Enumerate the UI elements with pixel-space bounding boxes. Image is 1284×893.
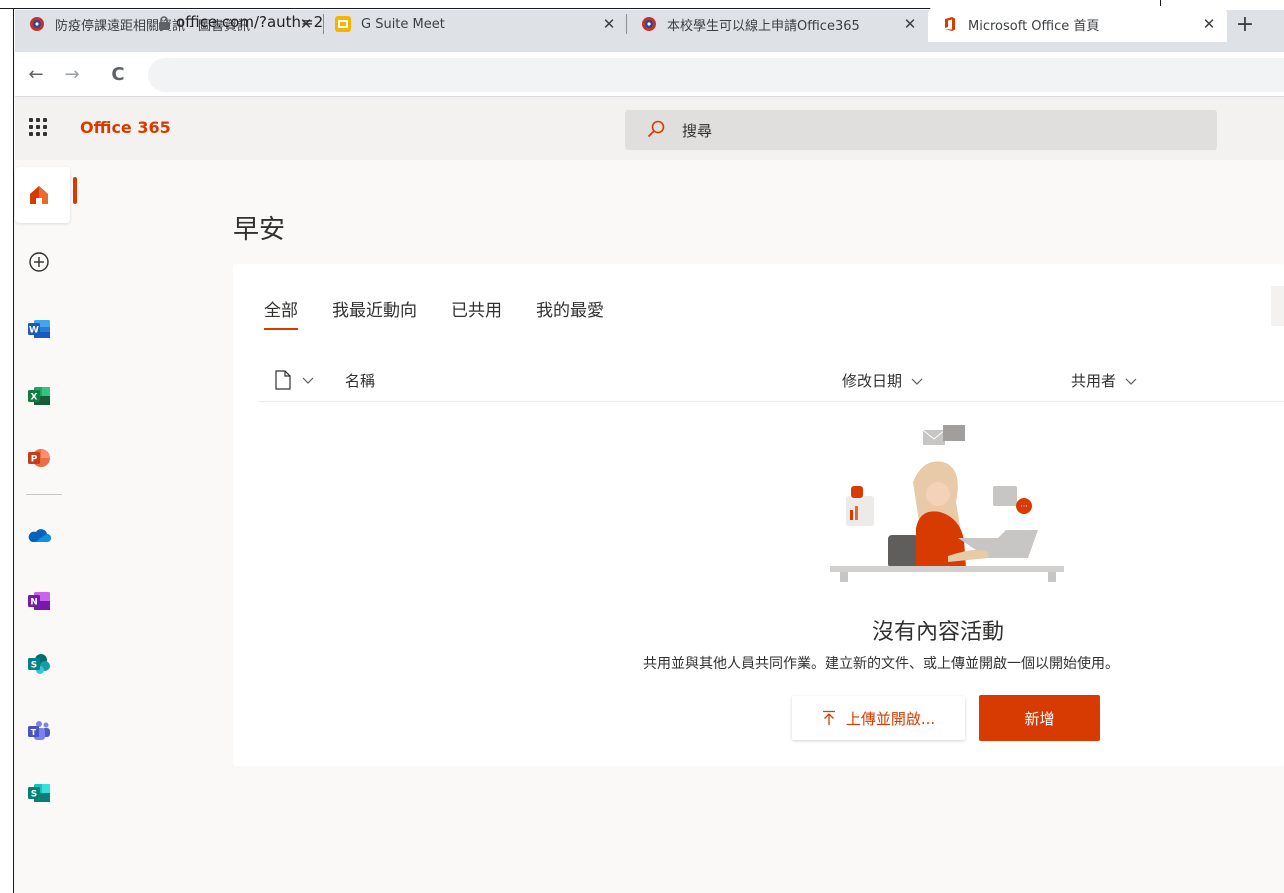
close-tab-icon[interactable]: ✕: [1199, 14, 1219, 34]
close-tab-icon[interactable]: ✕: [599, 14, 619, 34]
search-placeholder: 搜尋: [682, 122, 713, 140]
empty-state-title: 沒有內容活動: [872, 620, 1005, 645]
shared-by-column-label: 共用者: [1071, 372, 1117, 390]
svg-text:T: T: [31, 728, 37, 737]
chevron-down-icon: [911, 378, 923, 385]
search-input[interactable]: [625, 110, 1217, 150]
browser-tab-office-home[interactable]: Microsoft Office 首頁 ✕: [928, 6, 1227, 42]
powerpoint-letter: P: [31, 455, 38, 465]
word-letter: W: [29, 326, 39, 336]
empty-state-subtitle: 共用並與其他人員共同作業。建立新的文件、或上傳並開啟一個以開始使用。: [643, 656, 1119, 672]
tab-title: 本校學生可以線上申請Office365: [667, 18, 860, 34]
chevron-down-icon: [1125, 378, 1137, 385]
tab-title: Microsoft Office 首頁: [968, 18, 1100, 34]
office-logo-icon: [942, 16, 958, 32]
header-divider: [258, 401, 1284, 402]
sharepoint-icon[interactable]: S: [22, 647, 56, 681]
document-filter-tabs: 全部 我最近動向 已共用 我的最愛: [264, 296, 638, 330]
teams-icon[interactable]: T: [22, 714, 56, 748]
browser-toolbar: ← → C: [15, 52, 1284, 97]
tab-favorites[interactable]: 我的最愛: [536, 296, 604, 330]
empty-state-illustration: ···: [830, 425, 1064, 582]
modified-column-header[interactable]: 修改日期: [842, 370, 924, 391]
reload-button[interactable]: C: [107, 63, 129, 85]
lock-icon[interactable]: [158, 16, 170, 30]
file-icon: [275, 370, 291, 390]
close-tab-icon[interactable]: ✕: [900, 14, 920, 34]
powerpoint-icon[interactable]: P: [22, 441, 56, 475]
sharepoint-letter: S: [31, 661, 37, 671]
modified-column-label: 修改日期: [842, 372, 903, 390]
app-name[interactable]: Office 365: [80, 118, 171, 137]
search-icon: [647, 120, 665, 138]
upload-button[interactable]: 上傳並開啟...: [792, 696, 965, 740]
rail-divider: [26, 494, 62, 495]
onenote-letter: N: [30, 598, 38, 608]
word-icon[interactable]: W: [22, 312, 56, 346]
back-button[interactable]: ←: [25, 63, 47, 85]
address-bar[interactable]: [148, 58, 1284, 92]
name-column-header[interactable]: 名稱: [345, 370, 375, 391]
window-frame-left: [0, 9, 14, 893]
onedrive-icon[interactable]: [22, 518, 56, 552]
onenote-icon[interactable]: N: [22, 584, 56, 618]
upload-label: 上傳並開啟...: [845, 709, 936, 728]
file-type-column[interactable]: [275, 370, 315, 390]
active-indicator: [73, 177, 77, 204]
tab-all[interactable]: 全部: [264, 296, 298, 330]
create-icon[interactable]: [22, 245, 56, 279]
browser-tab-meet[interactable]: G Suite Meet ✕: [335, 6, 619, 42]
scroll-handle[interactable]: [1271, 286, 1284, 326]
sway-icon[interactable]: S: [22, 776, 56, 810]
school-logo-icon: [29, 16, 45, 32]
app-launcher-icon[interactable]: [29, 118, 47, 136]
documents-card: [233, 264, 1284, 766]
browser-tab-office365-apply[interactable]: 本校學生可以線上申請Office365 ✕: [641, 6, 920, 42]
excel-letter: X: [31, 393, 38, 403]
sway-letter: S: [31, 790, 37, 800]
url-text[interactable]: office.com/?auth=2: [176, 13, 323, 31]
school-logo-icon: [641, 16, 657, 32]
chevron-down-icon: [302, 377, 314, 384]
home-icon: [22, 178, 56, 212]
excel-icon[interactable]: X: [22, 379, 56, 413]
new-button[interactable]: 新增: [979, 695, 1100, 741]
svg-text:···: ···: [1020, 502, 1028, 511]
tab-shared[interactable]: 已共用: [451, 296, 502, 330]
new-tab-button[interactable]: +: [1233, 12, 1257, 37]
forward-button[interactable]: →: [61, 63, 83, 85]
tab-separator: [626, 14, 627, 34]
tab-recent[interactable]: 我最近動向: [332, 296, 417, 330]
upload-icon: [822, 710, 835, 725]
tab-title: G Suite Meet: [361, 16, 445, 32]
gsuite-icon: [335, 16, 351, 32]
page-title: 早安: [233, 215, 286, 245]
shared-by-column-header[interactable]: 共用者: [1071, 370, 1138, 391]
